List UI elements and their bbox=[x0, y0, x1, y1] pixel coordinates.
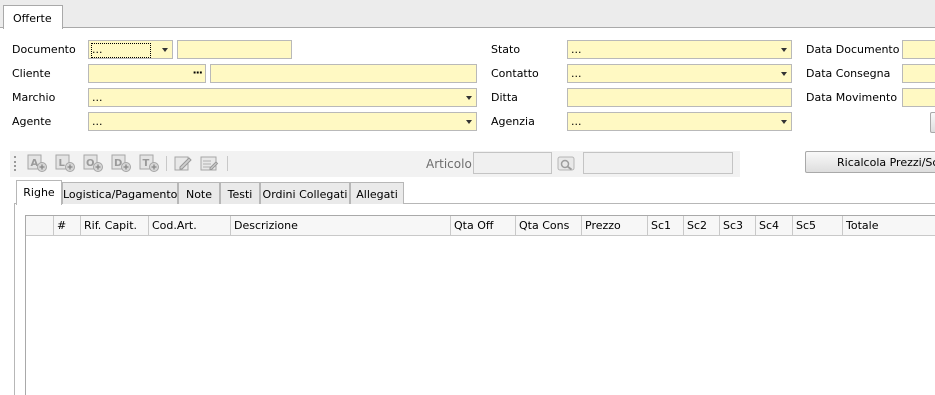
cliente-code-field[interactable]: ··· bbox=[88, 64, 206, 83]
tab-logistica-label: Logistica/Pagamento bbox=[63, 188, 178, 201]
column-header-rif-capit[interactable]: Rif. Capit. bbox=[80, 216, 148, 236]
data-movimento-field[interactable] bbox=[902, 88, 935, 107]
stato-select[interactable]: ... bbox=[567, 40, 792, 59]
data-documento-field[interactable] bbox=[902, 40, 935, 59]
add-t-icon[interactable]: T bbox=[138, 153, 160, 173]
column-header-totale[interactable]: Totale bbox=[842, 216, 935, 236]
cliente-label: Cliente bbox=[12, 67, 51, 80]
column-header-sc4[interactable]: Sc4 bbox=[755, 216, 792, 236]
articolo-label: Articolo bbox=[426, 157, 472, 171]
edit-icon[interactable] bbox=[172, 153, 194, 173]
toolbar-grip[interactable] bbox=[14, 156, 17, 171]
document-tab-strip bbox=[0, 0, 935, 28]
tab-ordini-label: Ordini Collegati bbox=[262, 188, 348, 201]
column-header-sc2[interactable]: Sc2 bbox=[683, 216, 719, 236]
cliente-name-field[interactable] bbox=[210, 64, 477, 83]
documento-number-field[interactable] bbox=[177, 40, 292, 59]
agenzia-select[interactable]: ... bbox=[567, 112, 792, 131]
ricalcola-prezzi-label: Ricalcola Prezzi/Sconti bbox=[837, 156, 935, 169]
agente-label: Agente bbox=[12, 115, 52, 128]
contatto-select-value: ... bbox=[571, 67, 582, 80]
stato-select-value: ... bbox=[571, 43, 582, 56]
tab-note-label: Note bbox=[185, 188, 213, 201]
add-a-icon[interactable]: A bbox=[26, 153, 48, 173]
chevron-down-icon bbox=[466, 96, 472, 100]
chevron-down-icon bbox=[162, 48, 168, 52]
documento-select[interactable]: ... bbox=[88, 40, 173, 59]
search-icon[interactable] bbox=[556, 154, 578, 174]
tab-righe[interactable]: Righe bbox=[16, 180, 62, 205]
column-header-sc3[interactable]: Sc3 bbox=[719, 216, 755, 236]
side-button[interactable] bbox=[930, 112, 935, 133]
ditta-label: Ditta bbox=[491, 91, 518, 104]
column-header-prezzo[interactable]: Prezzo bbox=[581, 216, 647, 236]
data-consegna-label: Data Consegna bbox=[806, 67, 891, 80]
data-consegna-field[interactable] bbox=[902, 64, 935, 83]
column-header-sc1[interactable]: Sc1 bbox=[647, 216, 683, 236]
marchio-select-value: ... bbox=[92, 91, 103, 104]
column-header-sc5[interactable]: Sc5 bbox=[792, 216, 842, 236]
toolbar-separator bbox=[166, 156, 167, 171]
tab-offerte-label: Offerte bbox=[13, 12, 52, 25]
chevron-down-icon bbox=[781, 72, 787, 76]
agenzia-label: Agenzia bbox=[491, 115, 535, 128]
add-l-icon[interactable]: L bbox=[54, 153, 76, 173]
data-documento-label: Data Documento bbox=[806, 43, 900, 56]
marchio-label: Marchio bbox=[12, 91, 56, 104]
tab-testi-label: Testi bbox=[227, 188, 253, 201]
column-header-descrizione[interactable]: Descrizione bbox=[230, 216, 450, 236]
svg-text:L: L bbox=[59, 158, 66, 169]
ditta-field[interactable] bbox=[567, 88, 792, 107]
column-header-number[interactable]: # bbox=[53, 216, 80, 236]
ellipsis-icon[interactable]: ··· bbox=[192, 65, 203, 80]
stato-label: Stato bbox=[491, 43, 521, 56]
chevron-down-icon bbox=[781, 48, 787, 52]
panel-border bbox=[14, 203, 15, 395]
tab-allegati-label: Allegati bbox=[356, 188, 398, 201]
tab-logistica-pagamento[interactable]: Logistica/Pagamento bbox=[62, 182, 178, 204]
column-header-qta-off[interactable]: Qta Off bbox=[450, 216, 515, 236]
tab-ordini-collegati[interactable]: Ordini Collegati bbox=[260, 182, 350, 204]
righe-grid[interactable] bbox=[25, 215, 935, 395]
documento-label: Documento bbox=[12, 43, 76, 56]
tab-allegati[interactable]: Allegati bbox=[350, 182, 404, 204]
articolo-desc-field[interactable] bbox=[583, 152, 733, 174]
chevron-down-icon bbox=[466, 120, 472, 124]
data-movimento-label: Data Movimento bbox=[806, 91, 898, 104]
agente-select-value: ... bbox=[92, 115, 103, 128]
chevron-down-icon bbox=[781, 120, 787, 124]
ricalcola-prezzi-button[interactable]: Ricalcola Prezzi/Sconti bbox=[805, 151, 935, 173]
add-o-icon[interactable]: O bbox=[82, 153, 104, 173]
contatto-select[interactable]: ... bbox=[567, 64, 792, 83]
contatto-label: Contatto bbox=[491, 67, 539, 80]
edit-list-icon[interactable] bbox=[198, 153, 220, 173]
tab-righe-label: Righe bbox=[23, 186, 55, 199]
column-header-cod-art[interactable]: Cod.Art. bbox=[148, 216, 230, 236]
articolo-code-field[interactable] bbox=[473, 152, 552, 174]
column-header-selector[interactable] bbox=[26, 216, 53, 236]
column-header-qta-cons[interactable]: Qta Cons bbox=[515, 216, 581, 236]
add-d-icon[interactable]: D bbox=[110, 153, 132, 173]
toolbar-separator bbox=[227, 156, 228, 171]
marchio-select[interactable]: ... bbox=[88, 88, 477, 107]
tab-offerte[interactable]: Offerte bbox=[3, 5, 63, 29]
agente-select[interactable]: ... bbox=[88, 112, 477, 131]
agenzia-select-value: ... bbox=[571, 115, 582, 128]
svg-text:T: T bbox=[143, 158, 150, 169]
tab-note[interactable]: Note bbox=[178, 182, 220, 204]
focus-rect bbox=[91, 43, 151, 58]
tab-testi[interactable]: Testi bbox=[220, 182, 260, 204]
